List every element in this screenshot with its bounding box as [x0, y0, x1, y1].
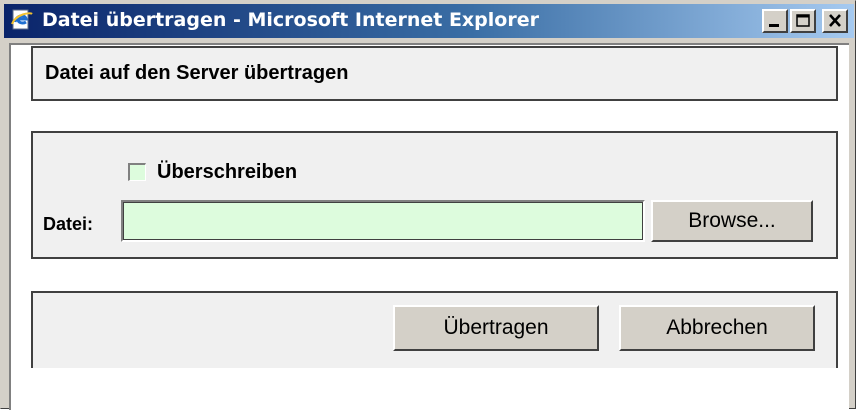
close-icon [829, 14, 841, 27]
upload-button[interactable]: Übertragen [393, 305, 599, 351]
title-bar[interactable]: Datei übertragen - Microsoft Internet Ex… [4, 4, 854, 38]
minimize-icon [769, 24, 779, 27]
maximize-button[interactable] [790, 9, 816, 33]
window-title: Datei übertragen - Microsoft Internet Ex… [42, 9, 539, 31]
maximize-icon [796, 14, 810, 27]
browse-button[interactable]: Browse... [651, 200, 813, 242]
close-button[interactable] [822, 9, 848, 33]
minimize-button[interactable] [762, 9, 788, 33]
internet-explorer-icon [10, 8, 34, 32]
overwrite-label: Überschreiben [157, 161, 298, 183]
file-label: Datei: [43, 214, 94, 234]
cancel-button[interactable]: Abbrechen [619, 305, 815, 351]
heading-panel: Datei auf den Server übertragen [31, 46, 838, 101]
browser-window: Datei übertragen - Microsoft Internet Ex… [0, 0, 856, 410]
overwrite-checkbox[interactable] [128, 163, 146, 181]
upload-panel: Überschreiben Datei: Browse... [31, 131, 838, 259]
file-path-input[interactable] [121, 200, 645, 242]
dialog-heading: Datei auf den Server übertragen [45, 62, 349, 84]
actions-panel: Übertragen Abbrechen [31, 291, 838, 368]
